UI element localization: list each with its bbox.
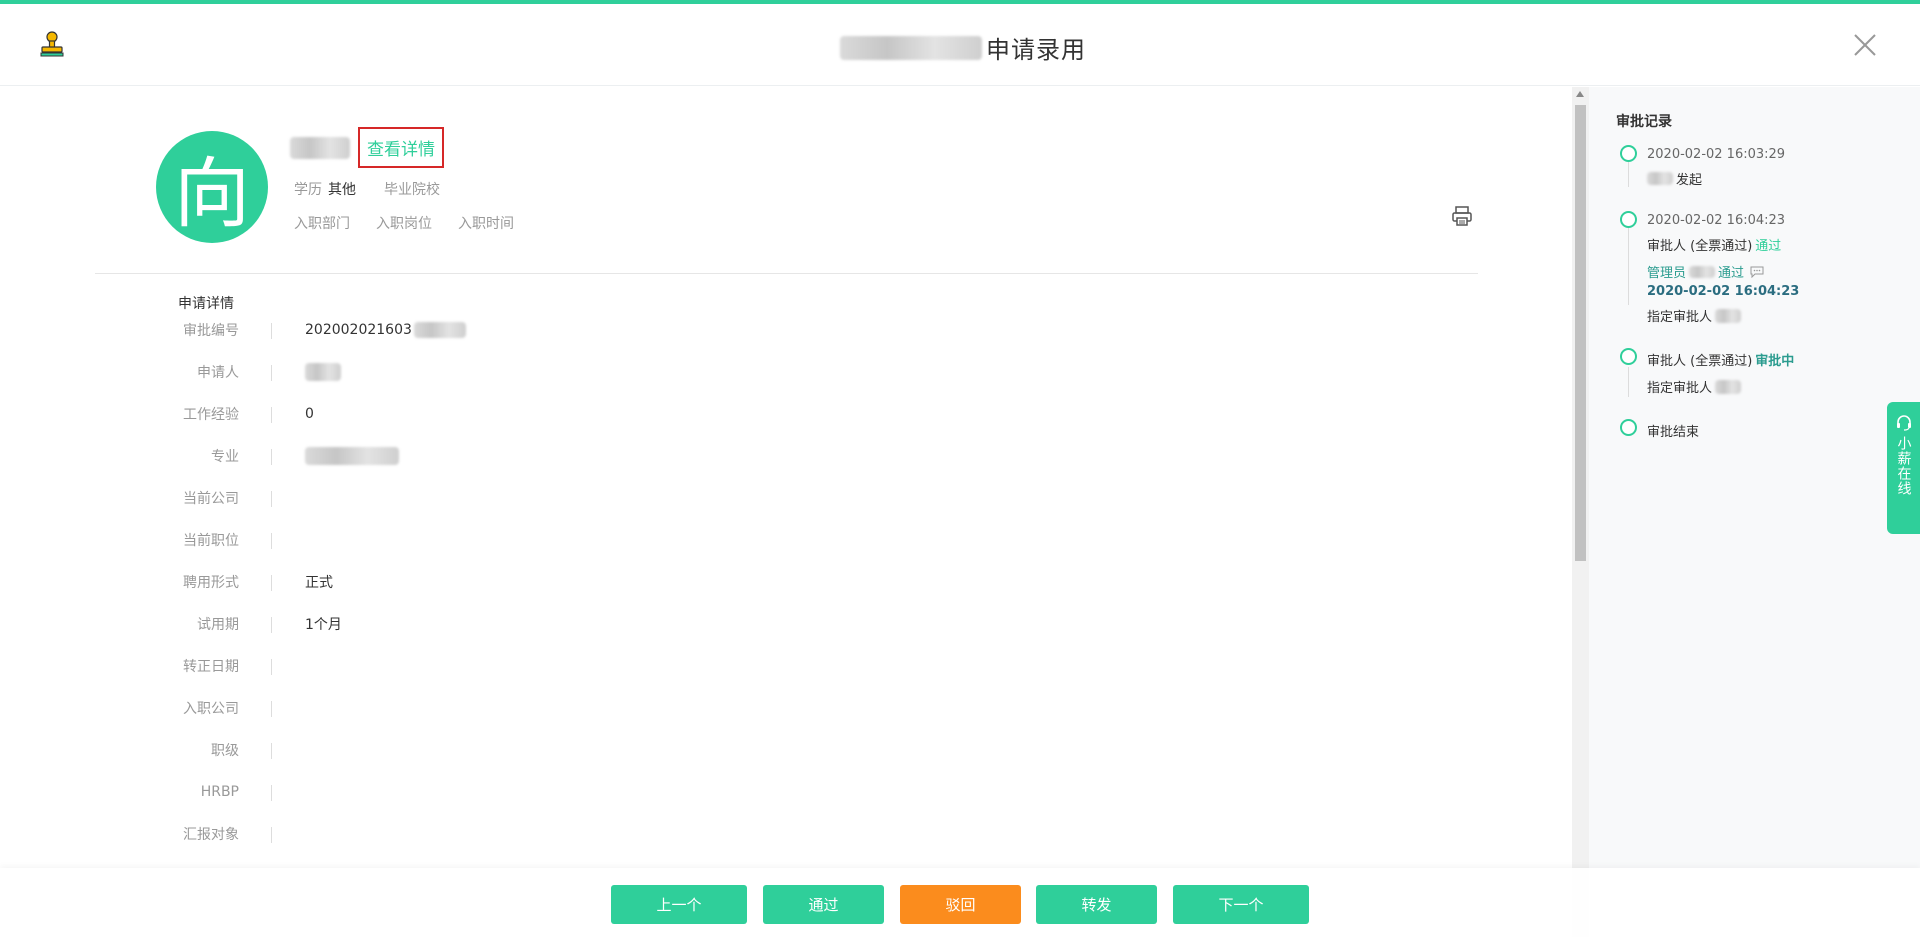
pass-button[interactable]: 通过 [763, 885, 884, 924]
timeline-line [1628, 367, 1629, 397]
step4-end: 审批结束 [1647, 425, 1700, 440]
field-row: 当前公司 [0, 487, 1200, 509]
timeline-dot [1620, 145, 1637, 162]
redacted-candidate-name [290, 136, 350, 159]
step2-assign: 指定审批人 [1647, 306, 1742, 325]
field-row: 入职公司 [0, 697, 1200, 719]
prev-button[interactable]: 上一个 [611, 885, 747, 924]
field-value: 0 [305, 406, 314, 422]
name-row: 查看详情 [290, 127, 444, 168]
timeline-dot [1620, 348, 1637, 365]
field-value [305, 363, 341, 381]
field-row: 职级 [0, 739, 1200, 761]
field-row: 专业 [0, 445, 1200, 467]
dialog-header: 申请录用 [0, 4, 1920, 86]
redacted-value [305, 447, 399, 465]
timeline-dot [1620, 419, 1637, 436]
redacted-name [1715, 308, 1742, 323]
redacted-value [413, 322, 466, 338]
step2-admin: 管理员 通过 [1647, 262, 1764, 281]
timeline-line [1628, 223, 1629, 305]
scroll-up-arrow-icon[interactable] [1576, 91, 1584, 97]
field-row: HRBP [0, 781, 1200, 803]
step3-assign: 指定审批人 [1647, 377, 1742, 396]
reject-button[interactable]: 驳回 [900, 885, 1021, 924]
print-icon[interactable] [1451, 205, 1473, 227]
approval-panel: 审批记录 2020-02-02 16:03:29 发起 2020-02-02 1… [1589, 87, 1920, 937]
profile-divider [95, 273, 1478, 274]
dialog-title: 申请录用 [840, 30, 1086, 65]
field-row: 聘用形式 正式 [0, 571, 1200, 593]
step2-approver: 审批人 (全票通过) 通过 [1647, 239, 1782, 254]
redacted-value [305, 363, 341, 381]
main-scrollbar[interactable] [1572, 87, 1589, 937]
step2-admin-time: 2020-02-02 16:04:23 [1647, 284, 1800, 299]
field-value: 正式 [305, 575, 333, 591]
step2-time: 2020-02-02 16:04:23 [1647, 213, 1786, 228]
redacted-name [1715, 379, 1742, 394]
field-row: 汇报对象 [0, 823, 1200, 845]
field-row: 审批编号 202002021603 [0, 319, 1200, 341]
field-row: 工作经验 0 [183, 406, 314, 423]
step1-time: 2020-02-02 16:03:29 [1647, 147, 1786, 162]
entry-position-label: 入职岗位 [376, 216, 432, 232]
field-row: 试用期 1个月 [0, 613, 1200, 635]
timeline-dot [1620, 211, 1637, 228]
avatar: 向 [156, 131, 268, 243]
bottom-action-bar: 上一个 通过 驳回 转发 下一个 [0, 868, 1920, 937]
main-content: 向 查看详情 学历 其他 毕业院校 入职部门 入职岗位 入职时间 申请详情 审批编… [0, 87, 1572, 937]
step1-action: 发起 [1647, 169, 1702, 188]
education-item: 学历 其他 [294, 182, 356, 198]
view-detail-link[interactable]: 查看详情 [358, 127, 444, 168]
field-value: 202002021603 [305, 322, 466, 338]
approval-record-title: 审批记录 [1616, 114, 1672, 130]
redacted-name [840, 35, 982, 60]
field-value [305, 447, 399, 465]
field-row: 转正日期 [0, 655, 1200, 677]
field-row: 申请人 [0, 361, 1200, 383]
next-button[interactable]: 下一个 [1173, 885, 1309, 924]
field-row: 当前职位 [0, 529, 1200, 551]
entry-info-row: 入职部门 入职岗位 入职时间 [294, 213, 514, 233]
redacted-name [1689, 265, 1716, 278]
entry-time-label: 入职时间 [458, 216, 514, 232]
redacted-name [1647, 172, 1673, 185]
stamp-icon [40, 31, 64, 57]
entry-dept-label: 入职部门 [294, 216, 350, 232]
headset-icon [1896, 415, 1911, 431]
school-label: 毕业院校 [384, 182, 440, 198]
online-help-tab[interactable]: 小薪在线 [1887, 402, 1920, 534]
forward-button[interactable]: 转发 [1036, 885, 1157, 924]
section-title: 申请详情 [178, 296, 234, 312]
field-value: 1个月 [305, 617, 342, 633]
close-icon[interactable] [1852, 32, 1878, 58]
step3-approver: 审批人 (全票通过) 审批中 [1647, 354, 1795, 369]
comment-icon[interactable] [1750, 266, 1764, 278]
education-row: 学历 其他 毕业院校 [294, 179, 440, 199]
scroll-thumb[interactable] [1575, 105, 1586, 561]
